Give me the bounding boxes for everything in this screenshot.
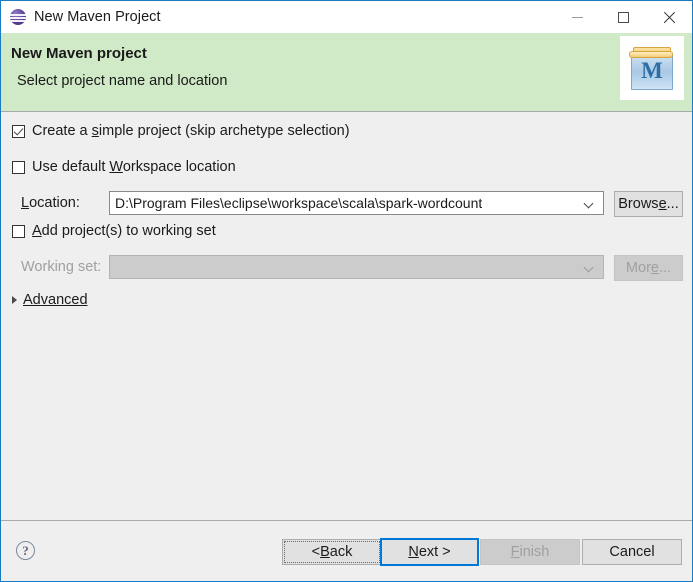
chevron-down-icon-working-set[interactable] [585, 264, 594, 273]
minimize-button[interactable] [554, 1, 600, 33]
simple-project-checkbox-row[interactable]: Create a simple project (skip archetype … [12, 123, 350, 139]
default-workspace-label: Use default Workspace location [32, 159, 236, 175]
new-maven-project-dialog: New Maven Project New Maven project Sele… [0, 0, 693, 582]
working-set-combo[interactable] [109, 255, 604, 279]
dialog-content: Create a simple project (skip archetype … [1, 112, 692, 520]
back-button[interactable]: < Back [282, 539, 382, 565]
location-label: Location: [21, 195, 80, 211]
eclipse-sphere-icon [10, 9, 26, 25]
banner-title: New Maven project [11, 45, 147, 62]
simple-project-checkbox[interactable] [12, 124, 25, 138]
browse-button[interactable]: Brows e... [614, 191, 683, 217]
default-workspace-checkbox[interactable] [12, 160, 25, 174]
working-set-label: Working set: [21, 259, 102, 275]
window-controls [554, 1, 692, 33]
chevron-right-icon[interactable] [12, 296, 17, 304]
maven-icon-letter: M [641, 58, 663, 83]
dialog-footer: ? < Back Next > Finish Cancel [1, 521, 692, 581]
maven-project-icon: M [620, 36, 684, 100]
working-set-checkbox-row[interactable]: Add project(s) to working set [12, 223, 216, 239]
cancel-button[interactable]: Cancel [582, 539, 682, 565]
title-bar: New Maven Project [1, 1, 692, 33]
minimize-icon [571, 16, 583, 18]
help-icon[interactable]: ? [16, 541, 35, 560]
banner-subtitle: Select project name and location [17, 73, 228, 89]
working-set-checkbox[interactable] [12, 224, 25, 238]
maximize-icon [617, 11, 629, 23]
more-button[interactable]: Mor e... [614, 255, 683, 281]
close-button[interactable] [646, 1, 692, 33]
simple-project-label: Create a simple project (skip archetype … [32, 123, 350, 139]
maximize-button[interactable] [600, 1, 646, 33]
finish-button[interactable]: Finish [480, 539, 580, 565]
wizard-banner: New Maven project Select project name an… [1, 33, 692, 111]
advanced-section-toggle[interactable]: Advanced [12, 292, 88, 308]
location-input[interactable]: D:\Program Files\eclipse\workspace\scala… [110, 195, 482, 211]
advanced-label: Advanced [23, 292, 88, 308]
location-combo[interactable]: D:\Program Files\eclipse\workspace\scala… [109, 191, 604, 215]
close-icon [663, 11, 676, 24]
working-set-checkbox-label: Add project(s) to working set [32, 223, 216, 239]
default-workspace-checkbox-row[interactable]: Use default Workspace location [12, 159, 236, 175]
next-button[interactable]: Next > [380, 538, 479, 566]
window-title: New Maven Project [34, 9, 161, 25]
chevron-down-icon[interactable] [585, 200, 594, 209]
